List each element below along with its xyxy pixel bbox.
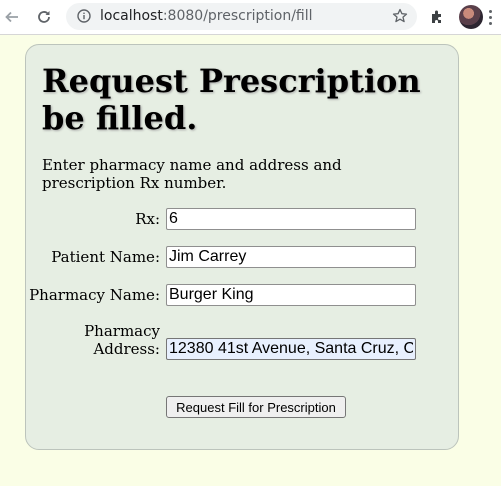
- avatar[interactable]: [459, 5, 483, 29]
- intro-text: Enter pharmacy name and address and pres…: [42, 156, 342, 192]
- extensions-icon[interactable]: [427, 6, 449, 28]
- prescription-form-card: Request Prescription be filled. Enter ph…: [25, 44, 459, 450]
- pharmacy-address-input[interactable]: [166, 338, 416, 360]
- back-icon[interactable]: [1, 6, 23, 28]
- rx-label: Rx:: [135, 210, 160, 228]
- pharmacy-address-label: Pharmacy Address:: [84, 322, 160, 358]
- pharmacy-name-label: Pharmacy Name:: [29, 286, 160, 304]
- rx-input[interactable]: [166, 208, 416, 230]
- url-text: localhost:8080/prescription/fill: [100, 8, 313, 24]
- pharmacy-address-label-line2: Address:: [93, 340, 160, 358]
- patient-name-label: Patient Name:: [51, 248, 160, 266]
- address-bar[interactable]: localhost:8080/prescription/fill: [66, 3, 417, 30]
- request-fill-button[interactable]: Request Fill for Prescription: [166, 396, 346, 418]
- star-icon[interactable]: [391, 7, 409, 25]
- pharmacy-address-label-line1: Pharmacy: [84, 322, 160, 340]
- page-title: Request Prescription be filled.: [42, 62, 421, 137]
- patient-name-input[interactable]: [166, 246, 416, 268]
- info-icon[interactable]: [76, 8, 92, 24]
- reload-icon[interactable]: [33, 6, 55, 28]
- browser-toolbar: localhost:8080/prescription/fill: [0, 0, 501, 35]
- pharmacy-name-input[interactable]: [166, 284, 416, 306]
- menu-icon[interactable]: [489, 9, 493, 27]
